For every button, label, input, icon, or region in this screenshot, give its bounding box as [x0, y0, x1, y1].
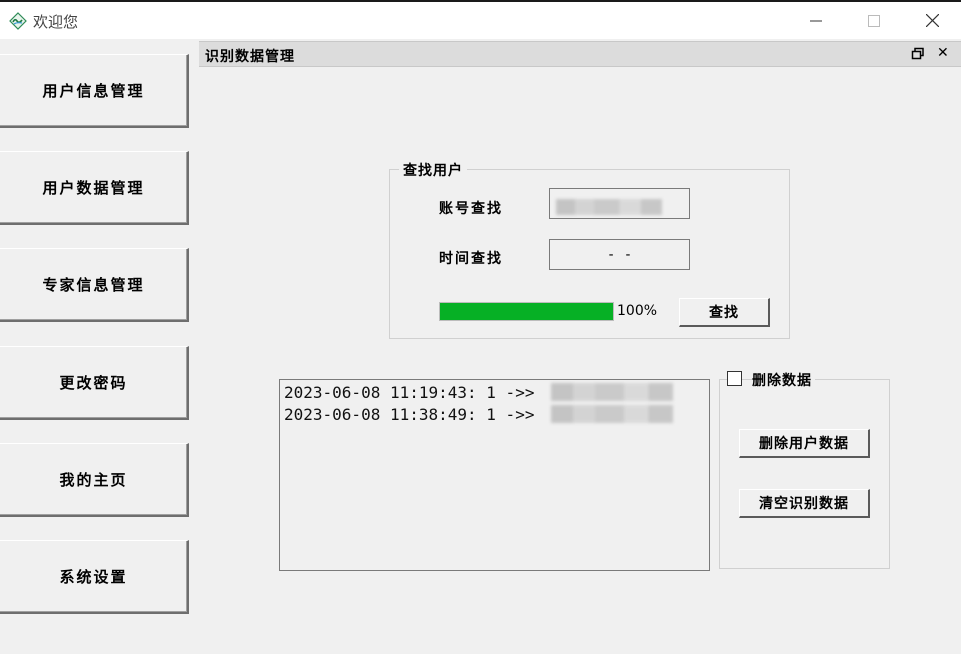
search-button[interactable]: 查找 — [679, 298, 770, 327]
close-icon — [925, 14, 939, 27]
log-entry: 2023-06-08 11:19:43: 1 ->> — [284, 383, 535, 402]
nav-change-password-button[interactable]: 更改密码 — [0, 346, 189, 420]
restore-icon[interactable] — [911, 47, 925, 61]
delete-user-data-button[interactable]: 删除用户数据 — [739, 429, 870, 458]
search-progress-text: 100% — [617, 303, 658, 319]
minimize-icon — [810, 20, 822, 21]
redacted-log-value — [551, 383, 673, 401]
child-window-titlebar: 识别数据管理 ✕ — [199, 41, 961, 67]
maximize-icon — [868, 14, 880, 27]
redacted-account — [556, 199, 662, 215]
app-logo-icon — [9, 12, 27, 30]
delete-data-checkbox[interactable] — [727, 371, 742, 386]
clear-recognition-data-button[interactable]: 清空识别数据 — [739, 489, 870, 518]
child-close-icon[interactable]: ✕ — [937, 45, 949, 61]
minimize-button[interactable] — [787, 2, 845, 39]
time-search-label: 时间查找 — [439, 251, 503, 267]
delete-data-group — [719, 379, 890, 569]
search-progress-fill — [440, 303, 613, 320]
window-title: 欢迎您 — [33, 13, 79, 31]
child-window-title: 识别数据管理 — [205, 49, 295, 65]
nav-user-data-button[interactable]: 用户数据管理 — [0, 151, 189, 225]
redacted-log-value — [551, 405, 673, 423]
delete-data-checkbox-label: 删除数据 — [752, 370, 815, 390]
nav-my-homepage-button[interactable]: 我的主页 — [0, 443, 189, 517]
time-search-input[interactable]: - - — [549, 239, 690, 270]
nav-expert-info-button[interactable]: 专家信息管理 — [0, 248, 189, 322]
window-titlebar: 欢迎您 — [0, 0, 961, 39]
account-search-label: 账号查找 — [439, 201, 503, 217]
search-progress-bar — [439, 302, 614, 321]
search-user-legend: 查找用户 — [399, 160, 467, 180]
time-search-value: - - — [606, 246, 633, 263]
maximize-button[interactable] — [845, 2, 903, 39]
log-entry: 2023-06-08 11:38:49: 1 ->> — [284, 405, 535, 424]
close-button[interactable] — [903, 2, 961, 39]
nav-user-info-button[interactable]: 用户信息管理 — [0, 54, 189, 128]
nav-system-settings-button[interactable]: 系统设置 — [0, 540, 189, 614]
